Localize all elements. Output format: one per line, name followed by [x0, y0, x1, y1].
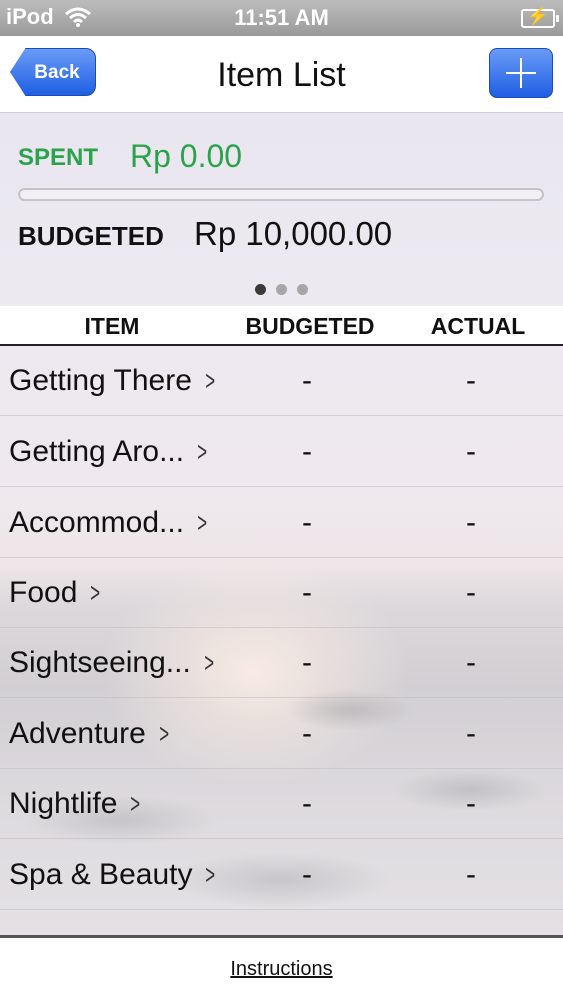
item-name: Food	[9, 576, 78, 609]
item-name: Nightlife	[9, 787, 118, 820]
chevron-right-icon: >	[197, 436, 208, 467]
item-name: Accommod...	[9, 506, 185, 539]
item-name: Getting There	[9, 364, 192, 397]
table-row[interactable]: Spa & Beauty > - -	[0, 839, 563, 910]
column-header-actual: ACTUAL	[430, 313, 526, 339]
table-row[interactable]: Getting Aro... > - -	[0, 416, 563, 487]
table-row[interactable]: Getting There > - -	[0, 345, 563, 416]
page-dot[interactable]	[297, 284, 308, 295]
table-row[interactable]: Sightseeing... > - -	[0, 627, 563, 698]
table-row[interactable]: Accommod... > - -	[0, 487, 563, 558]
actual-cell: -	[466, 364, 476, 397]
budgeted-cell: -	[302, 646, 312, 679]
item-name: Spa & Beauty	[9, 858, 193, 891]
spent-value: Rp 0.00	[130, 138, 243, 174]
item-name: Sightseeing...	[9, 646, 191, 679]
chevron-right-icon: >	[197, 507, 208, 538]
actual-cell: -	[466, 717, 476, 750]
actual-cell: -	[466, 435, 476, 468]
actual-cell: -	[466, 576, 476, 609]
instructions-link[interactable]: Instructions	[0, 958, 563, 981]
page-title: Item List	[217, 56, 346, 94]
budgeted-cell: -	[302, 717, 312, 750]
column-header-item: ITEM	[84, 313, 140, 339]
status-bar: iPod 11:51 AM ⚡	[0, 0, 563, 36]
chevron-right-icon: >	[204, 647, 214, 678]
item-name: Getting Aro...	[9, 435, 185, 468]
chevron-right-icon: >	[159, 718, 169, 749]
budgeted-value: Rp 10,000.00	[194, 215, 393, 252]
column-header-budgeted: BUDGETED	[245, 313, 375, 339]
budgeted-label: BUDGETED	[18, 221, 164, 251]
table-header: ITEM BUDGETED ACTUAL	[0, 306, 563, 346]
spent-label: SPENT	[18, 144, 99, 171]
table-row[interactable]: Nightlife > - -	[0, 768, 563, 839]
page-dot[interactable]	[255, 284, 266, 295]
bottom-toolbar: Instructions	[0, 935, 563, 1003]
actual-cell: -	[466, 646, 476, 679]
chevron-right-icon: >	[205, 859, 216, 890]
clock: 11:51 AM	[234, 5, 329, 30]
actual-cell: -	[466, 506, 476, 539]
chevron-right-icon: >	[205, 365, 215, 396]
budgeted-cell: -	[302, 858, 312, 891]
battery-charging-icon: ⚡	[521, 6, 559, 28]
budget-progress-bar	[18, 188, 544, 201]
budgeted-cell: -	[302, 364, 312, 397]
budgeted-cell: -	[302, 787, 312, 820]
budgeted-cell: -	[302, 435, 312, 468]
item-name: Adventure	[9, 717, 146, 750]
budgeted-cell: -	[302, 506, 312, 539]
table-row[interactable]: Food > - -	[0, 557, 563, 628]
page-dot[interactable]	[276, 284, 287, 295]
chevron-right-icon: >	[90, 577, 101, 608]
chevron-right-icon: >	[130, 788, 141, 819]
budgeted-cell: -	[302, 576, 312, 609]
actual-cell: -	[466, 787, 476, 820]
page-indicator[interactable]	[0, 282, 563, 300]
table-row[interactable]: Adventure > - -	[0, 698, 563, 769]
actual-cell: -	[466, 858, 476, 891]
add-item-button[interactable]	[489, 48, 553, 98]
